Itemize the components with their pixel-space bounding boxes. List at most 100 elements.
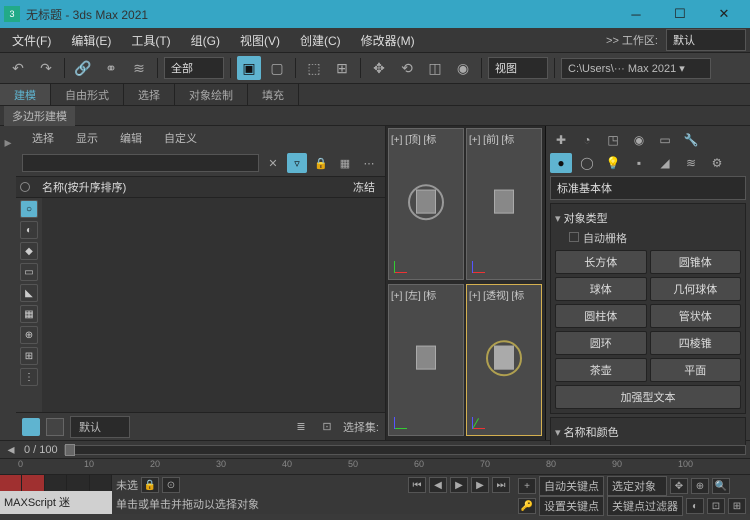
tube-button[interactable]: 管状体 (650, 304, 742, 328)
geosphere-button[interactable]: 几何球体 (650, 277, 742, 301)
scene-tab-edit[interactable]: 编辑 (110, 127, 152, 149)
cone-button[interactable]: 圆锥体 (650, 250, 742, 274)
menu-file[interactable]: 文件(F) (4, 29, 59, 52)
nav-max-icon[interactable]: ⊡ (707, 498, 725, 514)
viewport-left[interactable]: [+] [左] [标 (388, 284, 464, 436)
object-type-header[interactable]: 对象类型 (555, 208, 741, 228)
setkey-icon[interactable]: 🔑 (518, 498, 536, 514)
move-button[interactable]: ✥ (367, 56, 391, 80)
display-tab-icon[interactable]: ▭ (654, 130, 676, 150)
key-mode-icon[interactable]: + (518, 478, 536, 494)
select-button[interactable]: ▣ (237, 56, 261, 80)
autokey-button[interactable]: 自动关键点 (539, 476, 604, 496)
filter-bone-icon[interactable]: ⋮ (20, 368, 38, 386)
box-button[interactable]: 长方体 (555, 250, 647, 274)
options-icon[interactable]: ⋯ (359, 153, 379, 173)
scene-list[interactable] (42, 198, 385, 412)
ribbon-tab-freeform[interactable]: 自由形式 (51, 84, 124, 105)
hierarchy-tab-icon[interactable]: ◳ (602, 130, 624, 150)
pyramid-button[interactable]: 四棱锥 (650, 331, 742, 355)
filter-xrefs-icon[interactable]: ⊞ (20, 347, 38, 365)
lock-selection-icon[interactable]: 🔒 (141, 477, 159, 493)
rect-region-button[interactable]: ⬚ (302, 56, 326, 80)
project-path[interactable]: C:\Users\··· Max 2021 ▾ (561, 58, 711, 79)
setkey-button[interactable]: 设置关键点 (539, 496, 604, 516)
polygon-modeling-label[interactable]: 多边形建模 (4, 106, 75, 126)
ribbon-tab-selection[interactable]: 选择 (124, 84, 175, 105)
undo-button[interactable]: ↶ (6, 56, 30, 80)
torus-button[interactable]: 圆环 (555, 331, 647, 355)
geometry-icon[interactable]: ● (550, 153, 572, 173)
filter-shapes-icon[interactable]: ◐ (20, 221, 38, 239)
layer-default-dropdown[interactable]: 默认 (70, 416, 130, 438)
redo-button[interactable]: ↷ (34, 56, 58, 80)
visibility-column-icon[interactable] (20, 182, 30, 192)
lock-icon[interactable]: 🔒 (311, 153, 331, 173)
display-toggle-icon[interactable]: ▦ (335, 153, 355, 173)
primitive-category-dropdown[interactable]: 标准基本体 (550, 176, 746, 200)
next-frame-button[interactable]: ▶ (471, 477, 489, 493)
ribbon-tab-populate[interactable]: 填充 (248, 84, 299, 105)
viewport-perspective[interactable]: [+] [透视] [标 (466, 284, 542, 436)
menu-modifiers[interactable]: 修改器(M) (353, 29, 423, 52)
menu-group[interactable]: 组(G) (183, 29, 228, 52)
unlink-button[interactable]: ⚭ (99, 56, 123, 80)
ribbon-tab-objectpaint[interactable]: 对象绘制 (175, 84, 248, 105)
time-ruler[interactable]: 0 10 20 30 40 50 60 70 80 90 100 (0, 458, 750, 474)
filter-groups-icon[interactable]: ⊕ (20, 326, 38, 344)
maxscript-listener[interactable]: MAXScript 迷 (0, 491, 112, 514)
cylinder-button[interactable]: 圆柱体 (555, 304, 647, 328)
play-button[interactable]: ▶ (450, 477, 468, 493)
shapes-icon[interactable]: ◯ (576, 153, 598, 173)
filter-cameras-icon[interactable]: ▭ (20, 263, 38, 281)
viewport-front[interactable]: [+] [前] [标 (466, 128, 542, 280)
snap-icon[interactable]: ⊙ (162, 477, 180, 493)
minimize-button[interactable]: ─ (614, 0, 658, 28)
selset-icon[interactable]: ⊡ (317, 417, 337, 437)
viewport-top[interactable]: [+] [顶] [标 (388, 128, 464, 280)
teapot-button[interactable]: 茶壶 (555, 358, 647, 382)
time-slider[interactable] (64, 445, 746, 455)
systems-icon[interactable]: ⚙ (706, 153, 728, 173)
nav-pan-icon[interactable]: ✥ (670, 478, 688, 494)
menu-create[interactable]: 创建(C) (292, 29, 349, 52)
link-button[interactable]: 🔗 (71, 56, 95, 80)
scene-search-input[interactable] (22, 154, 259, 172)
select-name-button[interactable]: ▢ (265, 56, 289, 80)
menu-edit[interactable]: 编辑(E) (63, 29, 119, 52)
cameras-icon[interactable]: ▪ (628, 153, 650, 173)
place-button[interactable]: ◉ (451, 56, 475, 80)
selected-object-field[interactable]: 选定对象 (607, 476, 667, 496)
nav-fov-icon[interactable]: ◐ (686, 498, 704, 514)
layer-icon[interactable] (22, 418, 40, 436)
motion-tab-icon[interactable]: ◉ (628, 130, 650, 150)
layer2-icon[interactable] (46, 418, 64, 436)
workspace-dropdown[interactable]: 默认 (666, 29, 746, 51)
maximize-button[interactable]: ☐ (658, 0, 702, 28)
scale-button[interactable]: ◫ (423, 56, 447, 80)
filter-helpers-icon[interactable]: ◣ (20, 284, 38, 302)
filter-button[interactable]: ▿ (287, 153, 307, 173)
filter-lights-icon[interactable]: ◆ (20, 242, 38, 260)
selection-filter-dropdown[interactable]: 全部 (164, 57, 224, 79)
nav-all-icon[interactable]: ⊞ (728, 498, 746, 514)
close-button[interactable]: ✕ (702, 0, 746, 28)
nav-orbit-icon[interactable]: ⊕ (691, 478, 709, 494)
clear-search-button[interactable]: ✕ (263, 153, 283, 173)
create-tab-icon[interactable]: ✚ (550, 130, 572, 150)
menu-view[interactable]: 视图(V) (232, 29, 288, 52)
bind-button[interactable]: ≋ (127, 56, 151, 80)
autogrid-checkbox[interactable]: 自动栅格 (555, 228, 741, 250)
modify-tab-icon[interactable]: ◔ (576, 130, 598, 150)
spacewarps-icon[interactable]: ≋ (680, 153, 702, 173)
name-color-header[interactable]: 名称和颜色 (555, 422, 741, 442)
filter-spacewarps-icon[interactable]: ▦ (20, 305, 38, 323)
scene-tab-select[interactable]: 选择 (22, 127, 64, 149)
ribbon-tab-modeling[interactable]: 建模 (0, 84, 51, 105)
freeze-column-header[interactable]: 冻结 (331, 179, 381, 195)
plane-button[interactable]: 平面 (650, 358, 742, 382)
filter-geometry-icon[interactable]: ○ (20, 200, 38, 218)
utilities-tab-icon[interactable]: 🔧 (680, 130, 702, 150)
rotate-button[interactable]: ⟲ (395, 56, 419, 80)
helpers-icon[interactable]: ◢ (654, 153, 676, 173)
